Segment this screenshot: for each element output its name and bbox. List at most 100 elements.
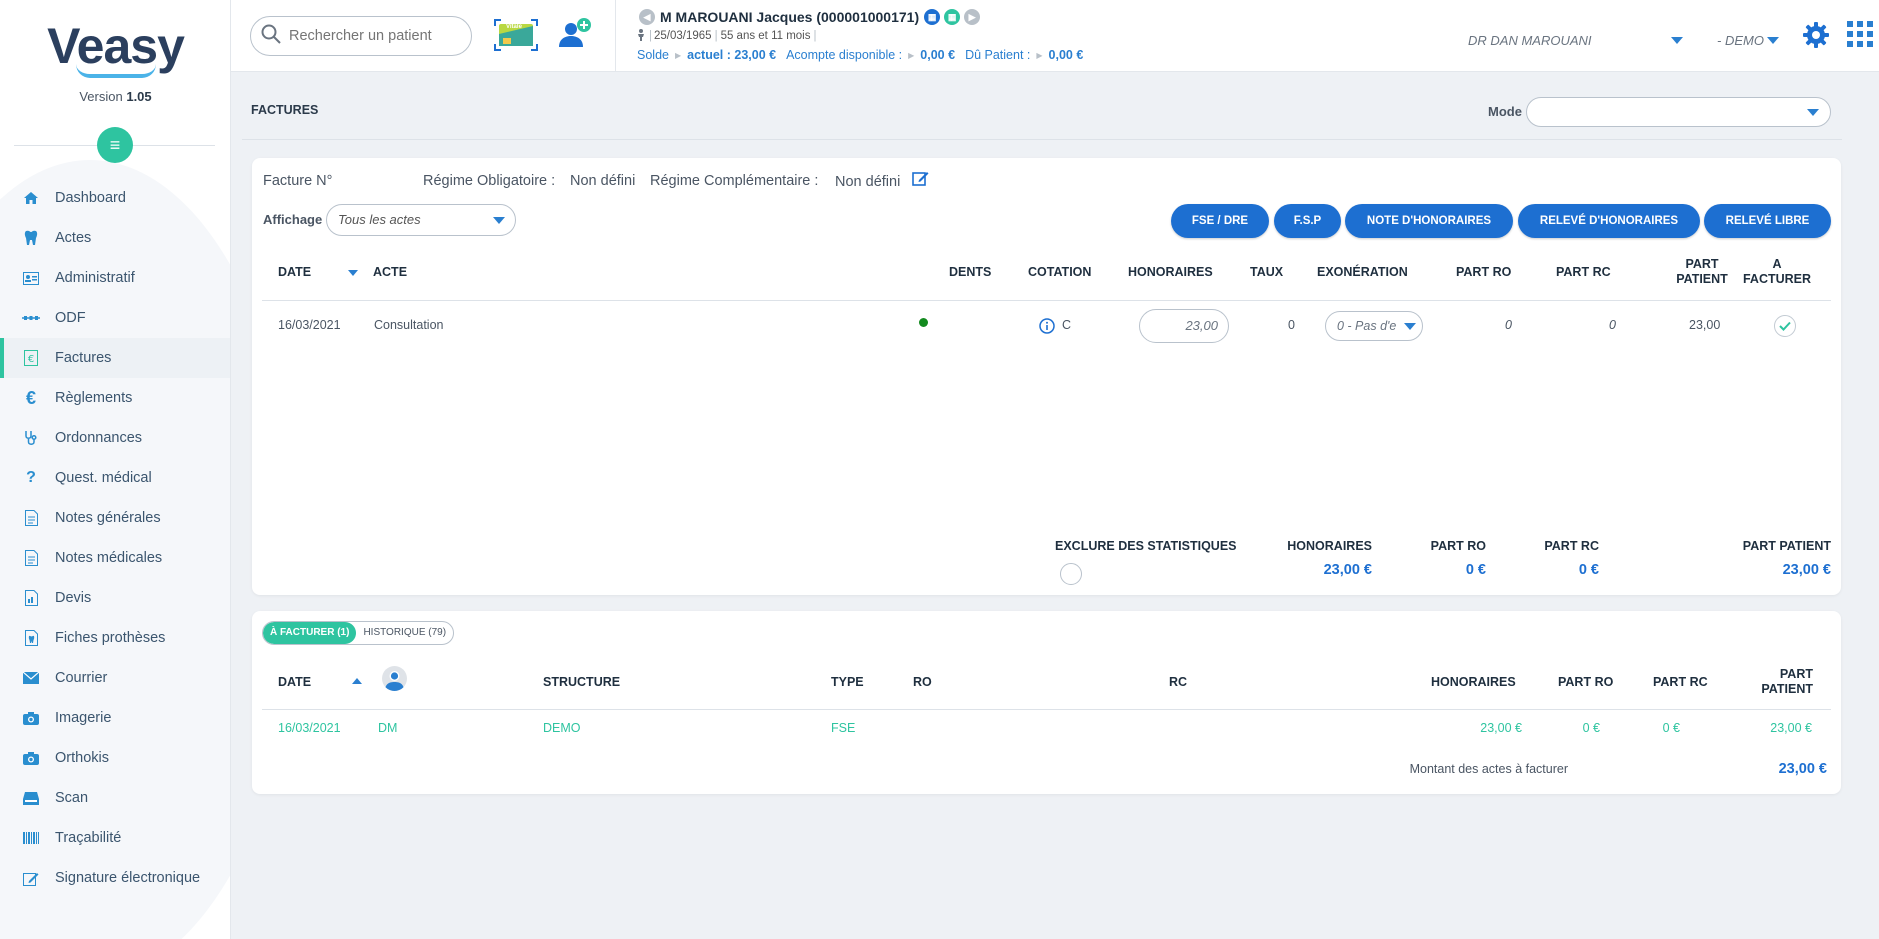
sidebar-item-reglements[interactable]: € Règlements bbox=[0, 378, 230, 418]
structure-selector[interactable]: - DEMO bbox=[1717, 33, 1764, 48]
question-icon: ? bbox=[26, 469, 36, 486]
col-part-rc: PART RC bbox=[1556, 265, 1611, 279]
sidebar-item-tracabilite[interactable]: Traçabilité bbox=[0, 818, 230, 858]
col-ro: RO bbox=[913, 675, 932, 689]
sidebar-item-label: Courrier bbox=[55, 670, 108, 686]
col-part-patient-line2: PATIENT bbox=[1676, 272, 1728, 286]
note-honoraires-button[interactable]: NOTE D'HONORAIRES bbox=[1345, 204, 1513, 238]
sidebar-item-courrier[interactable]: Courrier bbox=[0, 658, 230, 698]
fsp-button[interactable]: F.S.P bbox=[1274, 204, 1341, 238]
sidebar-item-administratif[interactable]: Administratif bbox=[0, 258, 230, 298]
sidebar-item-label: Traçabilité bbox=[55, 830, 122, 846]
patient-search[interactable] bbox=[250, 16, 472, 56]
du-patient-label: Dû Patient : bbox=[965, 48, 1031, 62]
regime-obligatoire-value: Non défini bbox=[570, 173, 636, 189]
edit-icon[interactable] bbox=[912, 170, 929, 192]
total-part-patient-label: PART PATIENT bbox=[1742, 539, 1831, 553]
col-part-ro: PART RO bbox=[1558, 675, 1614, 689]
col-part-ro: PART RO bbox=[1456, 265, 1512, 279]
euro-icon: € bbox=[25, 387, 36, 408]
chevron-down-icon[interactable] bbox=[1767, 37, 1779, 44]
mode-label: Mode bbox=[1488, 104, 1522, 119]
search-input[interactable] bbox=[289, 28, 459, 44]
agenda-icon[interactable]: ▦ bbox=[944, 9, 961, 25]
sort-asc-icon[interactable] bbox=[352, 678, 362, 684]
sidebar-item-notes-medicales[interactable]: Notes médicales bbox=[0, 538, 230, 578]
previous-patient-icon[interactable]: ◀ bbox=[639, 9, 655, 25]
sidebar-item-devis[interactable]: Devis bbox=[0, 578, 230, 618]
total-part-ro-value: 0 € bbox=[1465, 562, 1486, 578]
a-facturer-checkbox[interactable] bbox=[1774, 315, 1796, 337]
sidebar-item-scan[interactable]: Scan bbox=[0, 778, 230, 818]
apps-grid-icon[interactable] bbox=[1847, 21, 1873, 47]
fse-dre-button[interactable]: FSE / DRE bbox=[1171, 204, 1269, 238]
menu-toggle-button[interactable]: ≡ bbox=[97, 127, 133, 163]
col-date[interactable]: DATE bbox=[278, 265, 311, 280]
tab-a-facturer[interactable]: À FACTURER (1) bbox=[263, 622, 357, 644]
sidebar-item-label: Scan bbox=[55, 790, 89, 806]
sidebar-item-ordonnances[interactable]: Ordonnances bbox=[0, 418, 230, 458]
regime-complementaire-label: Régime Complémentaire : bbox=[650, 173, 819, 189]
chevron-down-icon[interactable] bbox=[1671, 37, 1683, 44]
scanner-icon bbox=[22, 789, 40, 807]
sidebar-item-label: Fiches prothèses bbox=[55, 630, 166, 646]
chevron-down-icon bbox=[493, 217, 505, 224]
invoice-card: Facture N° Régime Obligatoire : Non défi… bbox=[252, 158, 1841, 595]
total-part-ro-label: PART RO bbox=[1430, 539, 1486, 553]
calendar-icon[interactable]: ▦ bbox=[924, 9, 941, 25]
exclure-statistiques-toggle[interactable] bbox=[1060, 563, 1082, 585]
title-divider bbox=[242, 139, 1842, 140]
row-honoraires: 23,00 € bbox=[1480, 721, 1522, 735]
honoraires-input[interactable]: 23,00 bbox=[1139, 309, 1229, 343]
row-date: 16/03/2021 bbox=[278, 318, 341, 332]
col-date[interactable]: DATE bbox=[278, 675, 311, 690]
gear-icon[interactable] bbox=[1802, 21, 1830, 49]
sidebar-item-orthokis[interactable]: Orthokis bbox=[0, 738, 230, 778]
total-honoraires-value: 23,00 € bbox=[1323, 562, 1372, 578]
search-icon bbox=[261, 24, 281, 49]
tab-historique[interactable]: HISTORIQUE (79) bbox=[356, 622, 453, 644]
col-a-facturer: A FACTURER bbox=[1742, 257, 1812, 287]
col-exoneration: EXONÉRATION bbox=[1317, 265, 1408, 279]
next-patient-icon[interactable]: ▶ bbox=[964, 9, 981, 25]
sidebar-item-label: Notes médicales bbox=[55, 550, 163, 566]
releve-honoraires-button[interactable]: RELEVÉ D'HONORAIRES bbox=[1518, 204, 1700, 238]
vitale-label: Vitale bbox=[506, 24, 522, 30]
version-number: 1.05 bbox=[126, 89, 152, 104]
regime-obligatoire-label: Régime Obligatoire : bbox=[423, 173, 556, 189]
sidebar-item-fiches-protheses[interactable]: Fiches prothèses bbox=[0, 618, 230, 658]
chevron-down-icon bbox=[1807, 109, 1819, 116]
vitale-card-button[interactable]: Vitale bbox=[493, 18, 539, 52]
table-header-divider bbox=[262, 300, 1831, 301]
sidebar-item-actes[interactable]: Actes bbox=[0, 218, 230, 258]
sidebar-item-notes-generales[interactable]: Notes générales bbox=[0, 498, 230, 538]
caret-right-icon: ▶ bbox=[674, 50, 682, 60]
total-honoraires-label: HONORAIRES bbox=[1287, 539, 1372, 553]
sidebar: Veasy Version 1.05 ≡ Dashboard Actes Adm… bbox=[0, 0, 231, 939]
sidebar-item-factures[interactable]: € Factures bbox=[0, 338, 230, 378]
sidebar-nav: Dashboard Actes Administratif ODF € Fact… bbox=[0, 178, 230, 898]
releve-libre-button[interactable]: RELEVÉ LIBRE bbox=[1704, 204, 1831, 238]
caret-right-icon: ▶ bbox=[908, 50, 915, 60]
doctor-selector[interactable]: DR DAN MAROUANI bbox=[1468, 33, 1592, 48]
info-icon[interactable] bbox=[1039, 318, 1055, 339]
sidebar-item-label: Dashboard bbox=[55, 190, 126, 206]
affichage-select[interactable]: Tous les actes bbox=[326, 204, 516, 236]
sidebar-item-odf[interactable]: ODF bbox=[0, 298, 230, 338]
sidebar-item-quest-medical[interactable]: ? Quest. médical bbox=[0, 458, 230, 498]
mode-select[interactable] bbox=[1526, 97, 1831, 127]
exoneration-select[interactable]: 0 - Pas d'e bbox=[1325, 311, 1423, 341]
sidebar-item-dashboard[interactable]: Dashboard bbox=[0, 178, 230, 218]
col-dents: DENTS bbox=[949, 265, 992, 279]
sidebar-item-signature-electronique[interactable]: Signature électronique bbox=[0, 858, 230, 898]
sidebar-item-imagerie[interactable]: Imagerie bbox=[0, 698, 230, 738]
col-honoraires: HONORAIRES bbox=[1128, 265, 1213, 279]
patient-name: M MAROUANI Jacques (000001000171) bbox=[660, 9, 920, 25]
hamburger-icon: ≡ bbox=[109, 135, 121, 155]
sort-desc-icon[interactable] bbox=[348, 270, 358, 276]
sidebar-item-label: Quest. médical bbox=[55, 470, 152, 486]
id-card-icon bbox=[22, 269, 40, 287]
add-patient-button[interactable] bbox=[557, 17, 593, 51]
affichage-label: Affichage bbox=[263, 212, 323, 227]
acompte-value: 0,00 € bbox=[920, 48, 956, 62]
